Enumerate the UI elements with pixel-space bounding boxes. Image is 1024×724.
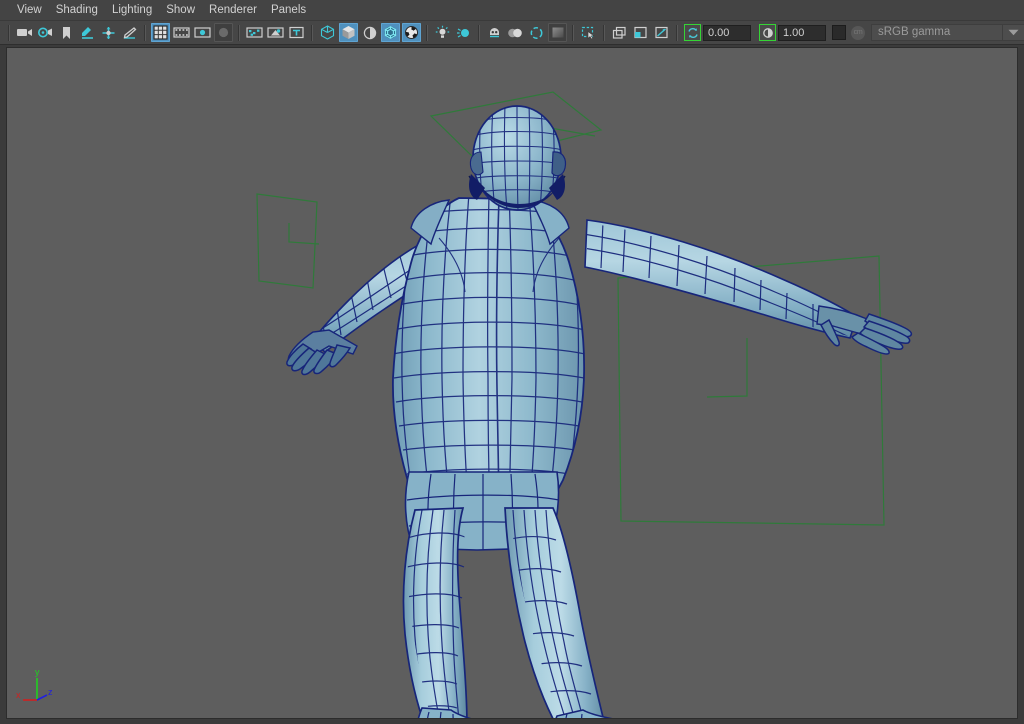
toolbar-separator [426, 24, 428, 41]
texture-border-icon[interactable] [287, 23, 306, 42]
menu-item-show[interactable]: Show [159, 2, 202, 19]
grease-pencil-icon[interactable] [120, 23, 139, 42]
select-camera-icon[interactable] [15, 23, 34, 42]
menu-item-shading[interactable]: Shading [49, 2, 105, 19]
xray-joints-icon[interactable] [245, 23, 264, 42]
image-plane-icon[interactable] [78, 23, 97, 42]
xray-active-icon[interactable] [266, 23, 285, 42]
menu-item-lighting[interactable]: Lighting [105, 2, 159, 19]
maya-viewport-panel: View Shading Lighting Show Renderer Pane… [0, 0, 1024, 724]
toolbar-separator [238, 24, 240, 41]
gamma-icon[interactable] [759, 24, 776, 41]
toolbar-separator [478, 24, 480, 41]
xray-mode-icon[interactable] [610, 23, 629, 42]
camera-attributes-icon[interactable] [36, 23, 55, 42]
multisample-icon[interactable] [527, 23, 546, 42]
perspective-viewport[interactable]: y x z [6, 47, 1018, 719]
chevron-down-icon[interactable] [1003, 24, 1024, 41]
toolbar-separator [676, 24, 678, 41]
smooth-shade-all-icon[interactable] [339, 23, 358, 42]
viewport-toolbar: 0.00 1.00 cm sRGB gamma [0, 21, 1024, 45]
menu-item-renderer[interactable]: Renderer [202, 2, 264, 19]
menu-item-panels[interactable]: Panels [264, 2, 313, 19]
ear [469, 151, 484, 176]
xray-components-icon[interactable] [652, 23, 671, 42]
use-all-lights-icon[interactable] [454, 23, 473, 42]
humanoid-character-mesh[interactable] [286, 104, 913, 718]
two-d-pan-zoom-icon[interactable] [99, 23, 118, 42]
screen-space-ao-icon[interactable] [548, 23, 567, 42]
right-hand [816, 305, 913, 355]
gamma-field[interactable]: 1.00 [778, 24, 826, 41]
exposure-icon[interactable] [684, 24, 701, 41]
grid-toggle-icon[interactable] [151, 23, 170, 42]
film-gate-icon[interactable] [172, 23, 191, 42]
toolbar-separator [572, 24, 574, 41]
resolution-gate-icon[interactable] [193, 23, 212, 42]
menu-item-view[interactable]: View [10, 2, 49, 19]
toolbar-separator [311, 24, 313, 41]
toolbar-separator [144, 24, 146, 41]
textured-icon[interactable] [402, 23, 421, 42]
wireframe-shading-icon[interactable] [318, 23, 337, 42]
color-swatch[interactable] [832, 25, 846, 40]
wireframe-on-shaded-icon[interactable] [381, 23, 400, 42]
viewport-scene [256, 91, 913, 718]
toolbar-separator [603, 24, 605, 41]
colorspace-select[interactable]: sRGB gamma [871, 24, 1003, 41]
toolbar-separator [8, 24, 10, 41]
smooth-shade-selected-icon[interactable] [360, 23, 379, 42]
exposure-field[interactable]: 0.00 [703, 24, 751, 41]
gate-mask-icon[interactable] [214, 23, 233, 42]
menu-bar: View Shading Lighting Show Renderer Pane… [0, 0, 1024, 21]
exposure-control: 0.00 [684, 24, 757, 41]
motion-blur-icon[interactable] [506, 23, 525, 42]
isolate-select-icon[interactable] [579, 23, 598, 42]
xray-joints-mode-icon[interactable] [631, 23, 650, 42]
locator-plane-left [256, 193, 320, 289]
viewport-container: y x z [0, 45, 1024, 724]
ear [551, 151, 567, 177]
shadows-icon[interactable] [485, 23, 504, 42]
use-default-light-icon[interactable] [433, 23, 452, 42]
bookmark-icon[interactable] [57, 23, 76, 42]
gamma-control: 1.00 [759, 24, 832, 41]
color-management-toggle[interactable]: cm [851, 25, 865, 40]
